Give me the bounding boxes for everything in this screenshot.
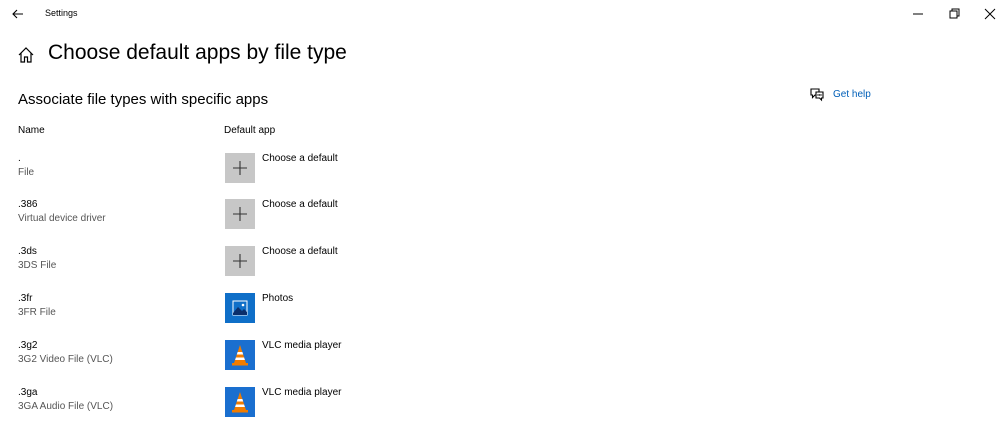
page-title: Choose default apps by file type bbox=[48, 41, 347, 64]
get-help-icon bbox=[810, 88, 824, 102]
choose-default-button[interactable] bbox=[225, 153, 255, 183]
file-description: 3GA Audio File (VLC) bbox=[18, 401, 114, 412]
file-description: 3G2 Video File (VLC) bbox=[18, 354, 113, 365]
file-description: File bbox=[18, 167, 35, 178]
photos-app-button[interactable] bbox=[225, 293, 255, 323]
file-type-row: . File Choose a default bbox=[0, 153, 700, 197]
default-app-label[interactable]: Photos bbox=[262, 293, 293, 304]
file-type-row: .3fr 3FR File Photos bbox=[0, 293, 700, 337]
home-glyph-icon bbox=[18, 47, 34, 63]
minimize-icon bbox=[913, 13, 923, 15]
plus-icon bbox=[233, 254, 247, 268]
home-icon[interactable] bbox=[15, 44, 37, 66]
file-extension: . bbox=[18, 153, 21, 164]
file-extension: .3g2 bbox=[18, 340, 38, 351]
choose-default-button[interactable] bbox=[225, 199, 255, 229]
get-help-label[interactable]: Get help bbox=[833, 89, 871, 100]
plus-icon bbox=[233, 207, 247, 221]
close-icon bbox=[984, 8, 996, 20]
choose-default-button[interactable] bbox=[225, 246, 255, 276]
photos-icon bbox=[232, 300, 248, 316]
default-app-label[interactable]: Choose a default bbox=[262, 246, 338, 257]
close-button[interactable] bbox=[976, 4, 1000, 24]
get-help-link[interactable]: Get help bbox=[809, 86, 871, 102]
minimize-button[interactable] bbox=[904, 4, 932, 24]
default-app-label[interactable]: VLC media player bbox=[262, 387, 341, 398]
file-description: Virtual device driver bbox=[18, 213, 106, 224]
file-description: 3DS File bbox=[18, 260, 57, 271]
restore-button[interactable] bbox=[940, 4, 968, 24]
vlc-app-button[interactable] bbox=[225, 387, 255, 417]
title-bar: Settings bbox=[0, 0, 1000, 28]
back-arrow-icon bbox=[12, 9, 23, 19]
file-type-row: .386 Virtual device driver Choose a defa… bbox=[0, 199, 700, 243]
back-button[interactable] bbox=[7, 3, 29, 25]
restore-icon bbox=[949, 8, 960, 19]
file-extension: .3ga bbox=[18, 387, 38, 398]
file-description: 3FR File bbox=[18, 307, 56, 318]
vlc-icon bbox=[232, 345, 248, 366]
file-type-row: .3ds 3DS File Choose a default bbox=[0, 246, 700, 290]
file-extension: .3ds bbox=[18, 246, 37, 257]
section-title: Associate file types with specific apps bbox=[18, 91, 269, 108]
file-extension: .3fr bbox=[18, 293, 33, 304]
vlc-app-button[interactable] bbox=[225, 340, 255, 370]
default-app-label[interactable]: Choose a default bbox=[262, 153, 338, 164]
plus-icon bbox=[233, 161, 247, 175]
file-type-row: .3ga 3GA Audio File (VLC) VLC media play… bbox=[0, 387, 700, 431]
column-header-default-app: Default app bbox=[224, 125, 276, 136]
vlc-icon bbox=[232, 392, 248, 413]
default-app-label[interactable]: VLC media player bbox=[262, 340, 341, 351]
window-title: Settings bbox=[45, 8, 78, 18]
default-app-label[interactable]: Choose a default bbox=[262, 199, 338, 210]
column-header-name: Name bbox=[18, 125, 45, 136]
file-type-row: .3g2 3G2 Video File (VLC) VLC media play… bbox=[0, 340, 700, 384]
file-extension: .386 bbox=[18, 199, 38, 210]
